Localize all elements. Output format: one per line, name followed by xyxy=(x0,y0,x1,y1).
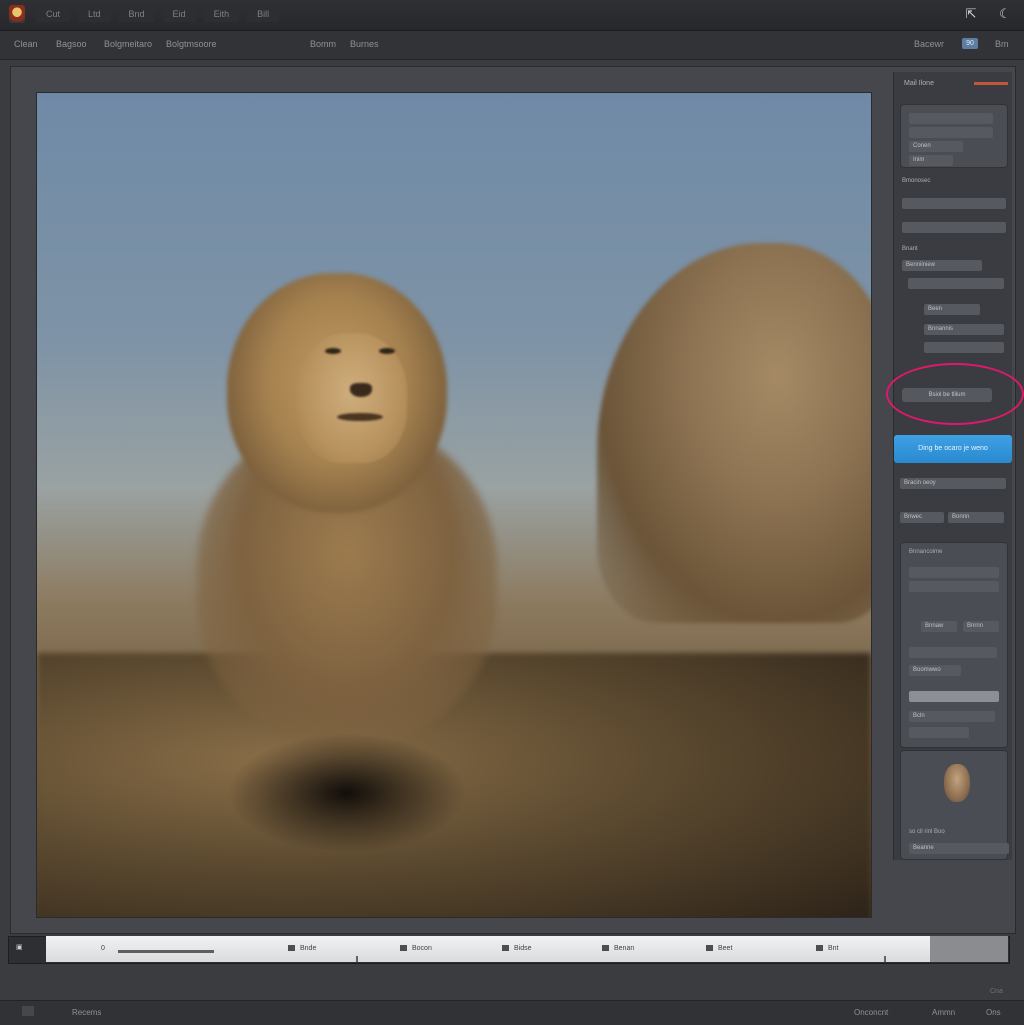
menu-item[interactable]: Bnd xyxy=(118,6,155,22)
timeline-item[interactable]: Bocon xyxy=(400,945,432,952)
panel-row[interactable]: Bracin oeoy xyxy=(900,478,1006,489)
profile-caption: so cll rinl Boo xyxy=(909,829,945,835)
panel-row[interactable]: Boomwwo xyxy=(909,665,961,676)
panel-row[interactable]: Bonnn xyxy=(948,512,1004,523)
toolbar-item[interactable]: Clean xyxy=(14,39,38,49)
timeline-item-label: Beet xyxy=(718,945,733,952)
lion-nose xyxy=(350,383,372,397)
lion-mouth xyxy=(337,413,383,421)
panel-row[interactable] xyxy=(902,198,1006,209)
toolbar-end-button[interactable]: Bm xyxy=(995,39,1009,49)
avatar xyxy=(944,764,970,802)
toolbar-item[interactable]: Burnes xyxy=(350,39,379,49)
highlight-annotation xyxy=(886,363,1024,425)
panel-row[interactable] xyxy=(909,567,999,578)
marker-icon xyxy=(288,945,295,952)
menu-item[interactable]: Eid xyxy=(162,6,196,22)
minimize-icon[interactable]: ⇱ xyxy=(960,4,982,24)
section-label: Bnnancoime xyxy=(909,549,943,555)
timeline-tick xyxy=(884,956,886,962)
status-icon[interactable] xyxy=(22,1006,34,1016)
properties-panel: Mail Ilone Conen Inim Bmonosec Bnant Ben… xyxy=(893,72,1012,860)
panel-row[interactable]: Bnnaw xyxy=(921,621,957,632)
panel-row[interactable] xyxy=(909,581,999,592)
panel-row[interactable] xyxy=(909,127,993,138)
timeline-tick xyxy=(356,956,358,962)
rock-shape xyxy=(597,243,871,623)
timeline-item-label: Benan xyxy=(614,945,635,952)
timeline-item[interactable]: Bidse xyxy=(502,945,532,952)
panel-row[interactable]: Benniiniew xyxy=(902,260,982,271)
marker-icon xyxy=(602,945,609,952)
marker-icon xyxy=(502,945,509,952)
panel-row[interactable]: Inim xyxy=(909,155,953,166)
app-logo-icon xyxy=(9,5,25,23)
panel-row[interactable]: Bnwec xyxy=(900,512,944,523)
panel-accent-bar xyxy=(974,82,1008,85)
toolbar-item[interactable]: Bolgmeitaro xyxy=(104,39,152,49)
timeline-end xyxy=(930,936,1008,962)
section-label: Bmonosec xyxy=(902,178,931,184)
menu-bar: Cut Ltd Bnd Eid Eith Bill xyxy=(36,6,287,22)
play-icon[interactable]: ▣ xyxy=(16,943,23,951)
menu-item[interactable]: Ltd xyxy=(78,6,111,22)
timeline-start-label: 0 xyxy=(101,945,105,952)
status-right-label: Ammn xyxy=(932,1008,956,1017)
timeline-item[interactable]: Bnt xyxy=(816,945,839,952)
panel-row[interactable]: Bcln xyxy=(909,711,995,722)
panel-row[interactable] xyxy=(909,727,969,738)
marker-icon xyxy=(400,945,407,952)
marker-icon xyxy=(706,945,713,952)
close-icon[interactable]: ☾ xyxy=(994,4,1016,24)
menu-item[interactable]: Bill xyxy=(247,6,280,22)
timeline-item-label: Bnde xyxy=(300,945,317,952)
menu-item[interactable]: Eith xyxy=(203,6,240,22)
panel-card: Conen Inim xyxy=(900,104,1008,168)
primary-action-button[interactable]: Ding be ocaro je weno xyxy=(894,435,1012,463)
slider-bar[interactable] xyxy=(909,691,999,702)
timeline-item-label: Bidse xyxy=(514,945,532,952)
marker-icon xyxy=(816,945,823,952)
status-right-label: Onconcnt xyxy=(854,1008,889,1017)
panel-card: Bnnancoime Bnnaw Bnrnn Boomwwo Bcln xyxy=(900,542,1008,748)
timeline-progress[interactable] xyxy=(118,950,214,953)
timeline-item[interactable]: Beet xyxy=(706,945,732,952)
panel-row[interactable]: Bnnannis xyxy=(924,324,1004,335)
timeline-item[interactable]: Benan xyxy=(602,945,634,952)
panel-row[interactable] xyxy=(909,647,997,658)
section-label: Bnant xyxy=(902,246,918,252)
timeline-item-label: Bnt xyxy=(828,945,839,952)
panel-row[interactable]: Bnrnn xyxy=(963,621,999,632)
corner-label: Cna xyxy=(990,988,1003,995)
image-canvas[interactable] xyxy=(36,92,872,918)
title-bar: Cut Ltd Bnd Eid Eith Bill ⇱ ☾ xyxy=(0,0,1024,31)
toolbar-item[interactable]: Bagsoo xyxy=(56,39,87,49)
toolbar-item[interactable]: Bolgtmsoore xyxy=(166,39,217,49)
timeline-item-label: Bocon xyxy=(412,945,432,952)
timeline-item[interactable]: Bnde xyxy=(288,945,316,952)
panel-row[interactable] xyxy=(909,113,993,124)
panel-row[interactable] xyxy=(902,222,1006,233)
lion-eye xyxy=(379,348,395,354)
status-left-label: Recems xyxy=(72,1008,102,1017)
toolbar-item[interactable]: Bomm xyxy=(310,39,336,49)
toolbar xyxy=(0,31,1024,60)
panel-row[interactable] xyxy=(924,342,1004,353)
panel-row[interactable]: Beanne xyxy=(909,843,1009,854)
lion-eye xyxy=(325,348,341,354)
panel-row[interactable] xyxy=(908,278,1004,289)
status-right-label: Ons xyxy=(986,1008,1001,1017)
timeline-track[interactable] xyxy=(46,936,930,962)
panel-row[interactable]: Conen xyxy=(909,141,963,152)
zoom-field[interactable]: 90 xyxy=(962,38,978,49)
ground-shadow xyxy=(227,733,467,853)
panel-row[interactable]: Been xyxy=(924,304,980,315)
toolbar-right-label: Bacewr xyxy=(914,39,945,49)
menu-item[interactable]: Cut xyxy=(36,6,71,22)
panel-title: Mail Ilone xyxy=(904,80,934,87)
